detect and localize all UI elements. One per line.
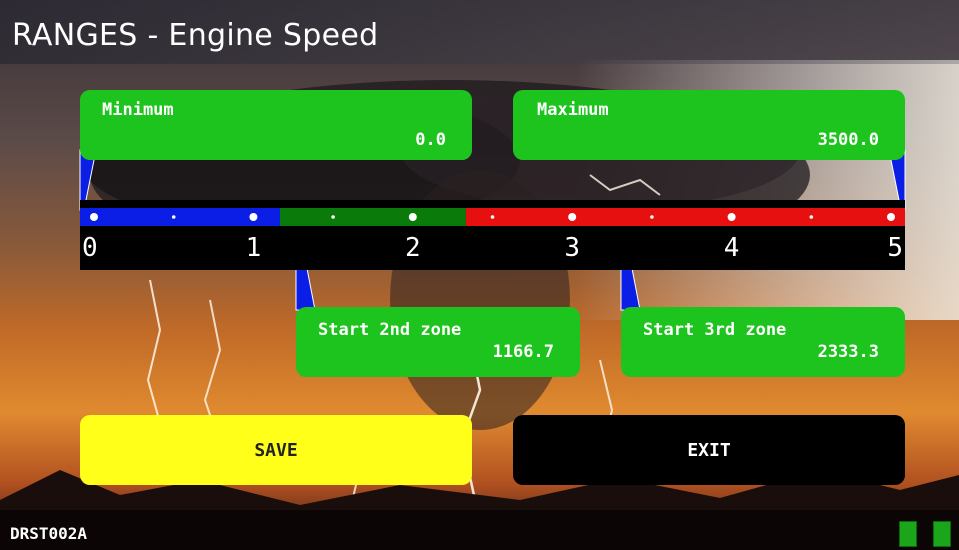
sd-card-icon <box>899 521 917 547</box>
start-3rd-zone-value: 2333.3 <box>817 342 879 362</box>
scale-tick-label: 2 <box>405 233 421 263</box>
scale-tick-label: 4 <box>724 233 740 263</box>
start-2nd-zone-label: Start 2nd zone <box>318 320 462 340</box>
minor-tick-dot <box>331 215 335 219</box>
major-tick-dot <box>887 213 895 221</box>
minimum-value: 0.0 <box>415 130 446 150</box>
device-id: DRST002A <box>10 524 88 543</box>
major-tick-dot <box>408 213 417 221</box>
save-button[interactable]: SAVE <box>80 415 472 485</box>
start-3rd-zone-label: Start 3rd zone <box>643 320 787 340</box>
major-tick-dot <box>568 213 577 221</box>
start-3rd-zone-field[interactable]: Start 3rd zone 2333.3 <box>621 307 905 377</box>
major-tick-dot <box>249 213 258 221</box>
scale-tick-label: 3 <box>564 233 580 263</box>
scale-tick-label: 5 <box>887 233 903 263</box>
minor-tick-dot <box>809 215 814 219</box>
major-tick-dot <box>90 213 98 221</box>
minor-tick-dot <box>490 215 495 219</box>
minor-tick-dot <box>171 215 176 219</box>
scale-tick-label: 0 <box>82 233 98 263</box>
scale-tick-label: 1 <box>246 233 262 263</box>
zone-2-bar <box>279 208 466 226</box>
status-bar <box>0 510 959 550</box>
minimum-label: Minimum <box>102 100 174 120</box>
sd-card-icon <box>933 521 951 547</box>
minimum-field[interactable]: Minimum 0.0 <box>80 90 472 160</box>
maximum-field[interactable]: Maximum 3500.0 <box>513 90 905 160</box>
major-tick-dot <box>727 213 736 221</box>
maximum-value: 3500.0 <box>817 130 879 150</box>
maximum-label: Maximum <box>537 100 609 120</box>
start-2nd-zone-value: 1166.7 <box>492 342 554 362</box>
minor-tick-dot <box>650 215 654 219</box>
zone-3-bar <box>465 208 905 226</box>
range-scale-bar: 0 1 2 3 4 5 <box>80 208 905 263</box>
start-2nd-zone-field[interactable]: Start 2nd zone 1166.7 <box>296 307 580 377</box>
exit-button[interactable]: EXIT <box>513 415 905 485</box>
